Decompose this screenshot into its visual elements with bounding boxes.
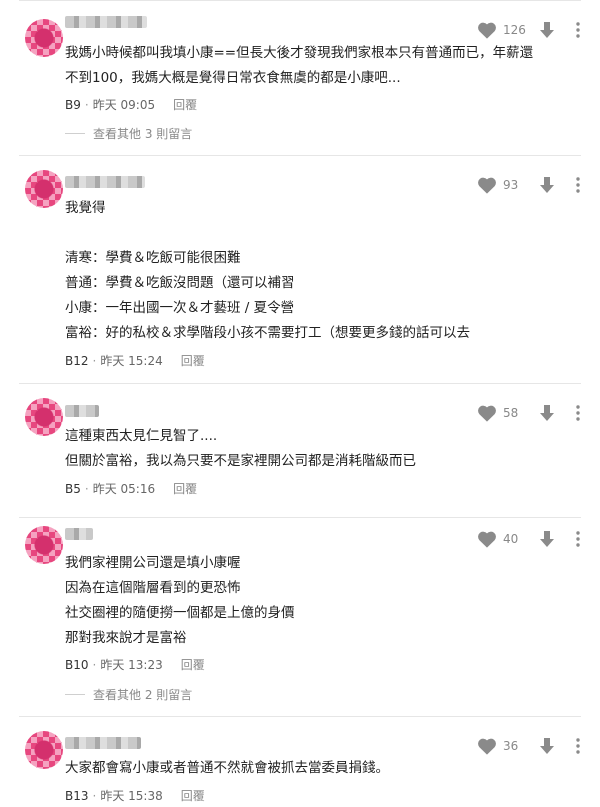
like-count: 36 (503, 739, 519, 753)
heart-icon (478, 22, 496, 39)
heart-icon (478, 405, 496, 422)
like-button[interactable]: 36 (477, 737, 539, 755)
avatar[interactable] (25, 19, 63, 57)
more-vertical-icon[interactable] (575, 737, 581, 755)
username-blurred[interactable] (65, 737, 141, 749)
comment-meta: B9 · 昨天 09:05 回覆 (65, 96, 197, 113)
down-arrow-icon[interactable] (539, 404, 555, 422)
comment-line: 但關於富裕，我以為只要不是家裡開公司都是消耗階級而已 (65, 453, 416, 469)
more-vertical-icon[interactable] (575, 530, 581, 548)
timestamp: 昨天 09:05 (92, 98, 156, 112)
comment-meta: B12 · 昨天 15:24 回覆 (65, 352, 205, 369)
reply-button[interactable]: 回覆 (181, 352, 205, 369)
like-count: 126 (503, 23, 526, 37)
reply-button[interactable]: 回覆 (181, 656, 205, 673)
comment-line: 普通：學費＆吃飯沒問題（還可以補習 (65, 275, 295, 291)
down-arrow-icon[interactable] (539, 21, 555, 39)
username-blurred[interactable] (65, 176, 145, 188)
comment-meta: B5 · 昨天 05:16 回覆 (65, 480, 197, 497)
comment-b12: 93 我覺得 清寒：學費＆吃飯可能很困難 普通：學費＆吃飯沒問題（還可以補習 小… (19, 156, 581, 384)
comment-line: 我們家裡開公司還是填小康喔 (65, 555, 241, 571)
down-arrow-icon[interactable] (539, 737, 555, 755)
comment-body: 我媽小時候都叫我填小康==但長大後才發現我們家根本只有普通而已，年薪還 不到10… (65, 41, 571, 91)
more-replies-link[interactable]: 查看其他 3 則留言 (65, 125, 192, 142)
comment-actions: 126 (477, 19, 581, 41)
avatar[interactable] (25, 170, 63, 208)
like-button[interactable]: 93 (477, 176, 539, 194)
comment-line: 那對我來說才是富裕 (65, 630, 187, 646)
timestamp: 昨天 15:24 (100, 354, 163, 368)
comment-actions: 93 (477, 174, 581, 196)
replies-dash (65, 133, 85, 134)
like-count: 93 (503, 178, 519, 192)
comment-line: 大家都會寫小康或者普通不然就會被抓去當委員捐錢。 (65, 760, 389, 776)
comment-line: 清寒：學費＆吃飯可能很困難 (65, 250, 241, 266)
meta-separator: · (84, 97, 89, 112)
username-blurred[interactable] (65, 16, 147, 28)
more-replies-link[interactable]: 查看其他 2 則留言 (65, 686, 192, 703)
comment-line: 這種東西太見仁見智了.... (65, 428, 218, 444)
comment-actions: 36 (477, 735, 581, 757)
comment-body: 這種東西太見仁見智了.... 但關於富裕，我以為只要不是家裡開公司都是消耗階級而… (65, 424, 571, 474)
comment-b5: 58 這種東西太見仁見智了.... 但關於富裕，我以為只要不是家裡開公司都是消耗… (19, 384, 581, 518)
more-vertical-icon[interactable] (575, 176, 581, 194)
timestamp: 昨天 15:38 (100, 789, 163, 803)
reply-button[interactable]: 回覆 (173, 480, 197, 497)
meta-separator: · (92, 353, 97, 368)
like-button[interactable]: 40 (477, 530, 539, 548)
more-replies-label: 查看其他 2 則留言 (93, 688, 193, 702)
meta-separator: · (84, 481, 89, 496)
meta-separator: · (92, 657, 97, 672)
top-divider (19, 0, 581, 1)
like-button[interactable]: 58 (477, 404, 539, 422)
comment-line: 社交圈裡的隨便撈一個都是上億的身價 (65, 605, 295, 621)
comment-meta: B10 · 昨天 13:23 回覆 (65, 656, 205, 673)
username-blurred[interactable] (65, 405, 99, 417)
heart-icon (478, 531, 496, 548)
more-vertical-icon[interactable] (575, 404, 581, 422)
heart-icon (478, 738, 496, 755)
comment-line: 小康：一年出國一次＆才藝班 / 夏令營 (65, 300, 295, 316)
like-count: 58 (503, 406, 519, 420)
comment-actions: 40 (477, 528, 581, 550)
comment-line: 因為在這個階層看到的更恐怖 (65, 580, 241, 596)
comment-b9: 126 我媽小時候都叫我填小康==但長大後才發現我們家根本只有普通而已，年薪還 … (19, 7, 581, 156)
comment-b10: 40 我們家裡開公司還是填小康喔 因為在這個階層看到的更恐怖 社交圈裡的隨便撈一… (19, 518, 581, 717)
reply-button[interactable]: 回覆 (181, 787, 205, 804)
floor-label: B5 (65, 481, 81, 496)
meta-separator: · (92, 788, 97, 803)
replies-dash (65, 694, 85, 695)
avatar[interactable] (25, 526, 63, 564)
reply-button[interactable]: 回覆 (173, 96, 197, 113)
comment-body: 我覺得 清寒：學費＆吃飯可能很困難 普通：學費＆吃飯沒問題（還可以補習 小康：一… (65, 196, 571, 346)
comment-line: 我覺得 (65, 200, 106, 216)
like-count: 40 (503, 532, 519, 546)
username-blurred[interactable] (65, 528, 93, 540)
more-vertical-icon[interactable] (575, 21, 581, 39)
timestamp: 昨天 13:23 (100, 658, 163, 672)
comment-line: 富裕：好的私校＆求學階段小孩不需要打工（想要更多錢的話可以去 (65, 325, 470, 341)
floor-label: B10 (65, 657, 89, 672)
like-button[interactable]: 126 (477, 21, 539, 39)
avatar[interactable] (25, 731, 63, 769)
avatar[interactable] (25, 398, 63, 436)
comment-blank-line (65, 221, 571, 246)
floor-label: B12 (65, 353, 89, 368)
down-arrow-icon[interactable] (539, 176, 555, 194)
down-arrow-icon[interactable] (539, 530, 555, 548)
floor-label: B9 (65, 97, 81, 112)
comment-actions: 58 (477, 402, 581, 424)
comment-b13: 36 大家都會寫小康或者普通不然就會被抓去當委員捐錢。 B13 · 昨天 15:… (19, 717, 581, 807)
more-replies-label: 查看其他 3 則留言 (93, 127, 193, 141)
comment-body: 大家都會寫小康或者普通不然就會被抓去當委員捐錢。 (65, 756, 571, 781)
heart-icon (478, 177, 496, 194)
comment-line: 我媽小時候都叫我填小康==但長大後才發現我們家根本只有普通而已，年薪還 (65, 45, 534, 61)
comment-body: 我們家裡開公司還是填小康喔 因為在這個階層看到的更恐怖 社交圈裡的隨便撈一個都是… (65, 551, 571, 651)
comment-meta: B13 · 昨天 15:38 回覆 (65, 787, 205, 804)
timestamp: 昨天 05:16 (92, 482, 156, 496)
comment-line: 不到100，我媽大概是覺得日常衣食無虞的都是小康吧... (65, 70, 401, 86)
floor-label: B13 (65, 788, 89, 803)
